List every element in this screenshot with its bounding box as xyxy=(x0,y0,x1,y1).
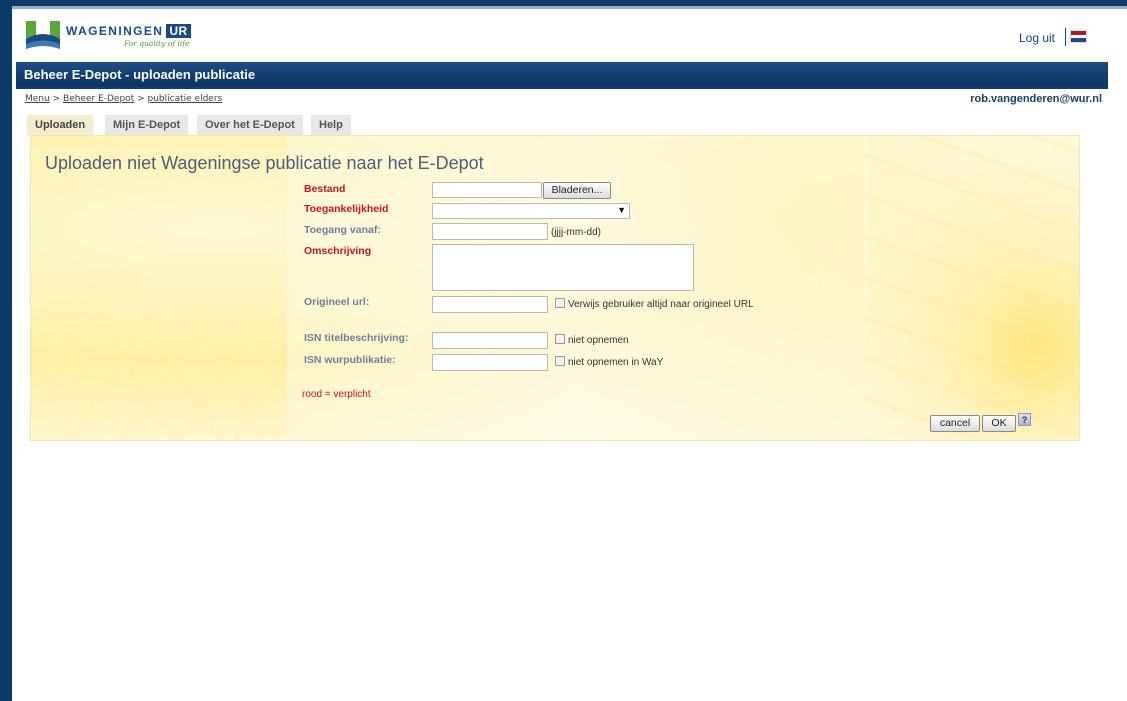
origineel-url-label: Origineel url: xyxy=(304,296,370,308)
logo-wordmark: WAGENINGEN UR xyxy=(66,24,191,38)
tab-help[interactable]: Help xyxy=(311,115,351,136)
ok-button[interactable]: OK xyxy=(982,415,1016,432)
breadcrumb-publicatie-elders[interactable]: publicatie elders xyxy=(148,94,223,104)
niet-opnemen-label: niet opnemen xyxy=(568,335,629,346)
niet-opnemen-checkbox[interactable] xyxy=(555,334,565,344)
dutch-flag-icon[interactable] xyxy=(1070,30,1087,43)
date-format-hint: (jjjj-mm-dd) xyxy=(551,227,601,238)
toegankelijkheid-select[interactable]: ▼ xyxy=(432,203,630,219)
form-title: Uploaden niet Wageningse publicatie naar… xyxy=(45,153,484,173)
breadcrumb-menu[interactable]: Menu xyxy=(25,94,50,104)
isn-wurpublikatie-label: ISN wurpublikatie: xyxy=(304,354,396,366)
bestand-label: Bestand xyxy=(304,183,346,195)
help-icon[interactable]: ? xyxy=(1018,413,1031,426)
niet-opnemen-in-way-checkbox[interactable] xyxy=(555,356,565,366)
logout-link[interactable]: Log uit xyxy=(1019,31,1055,45)
toegang-vanaf-label: Toegang vanaf: xyxy=(304,224,381,236)
header-divider xyxy=(1065,28,1066,46)
isn-titelbeschrijving-input[interactable] xyxy=(432,332,548,349)
logo-tagline: For quality of life xyxy=(124,39,190,48)
omschrijving-label: Omschrijving xyxy=(304,245,372,257)
chevron-down-icon: ▼ xyxy=(617,205,626,215)
tab-over-het-edepot[interactable]: Over het E-Depot xyxy=(197,115,303,136)
upload-form-panel: Uploaden niet Wageningse publicatie naar… xyxy=(30,135,1080,441)
page-title: Beheer E-Depot - uploaden publicatie xyxy=(24,67,256,82)
breadcrumb-separator: > xyxy=(137,94,145,104)
toegang-vanaf-input[interactable] xyxy=(432,223,548,240)
page-title-bar: Beheer E-Depot - uploaden publicatie xyxy=(16,62,1108,89)
browse-button[interactable]: Bladeren... xyxy=(543,182,611,199)
tab-mijn-edepot[interactable]: Mijn E-Depot xyxy=(105,115,189,136)
isn-titelbeschrijving-label: ISN titelbeschrijving: xyxy=(304,332,409,344)
isn-wurpublikatie-input[interactable] xyxy=(432,354,548,371)
page: WAGENINGEN UR For quality of life Log uit… xyxy=(12,6,1127,701)
user-email: rob.vangenderen@wur.nl xyxy=(970,93,1102,105)
wageningen-ur-logo[interactable]: WAGENINGEN UR For quality of life xyxy=(24,15,214,51)
breadcrumb-separator: > xyxy=(52,94,61,104)
logo-icon xyxy=(26,21,60,49)
cancel-button[interactable]: cancel xyxy=(930,415,980,432)
origineel-url-input[interactable] xyxy=(432,296,548,313)
redirect-original-url-label: Verwijs gebruiker altijd naar origineel … xyxy=(568,299,754,310)
required-fields-note: rood = verplicht xyxy=(302,389,371,400)
redirect-original-url-checkbox[interactable] xyxy=(555,298,565,308)
bestand-file-input[interactable] xyxy=(432,182,542,198)
omschrijving-textarea[interactable] xyxy=(432,244,694,291)
flag-blue-stripe xyxy=(1071,38,1086,42)
toegankelijkheid-label: Toegankelijkheid xyxy=(304,203,389,215)
tab-uploaden[interactable]: Uploaden xyxy=(27,115,94,136)
niet-opnemen-in-way-label: niet opnemen in WaY xyxy=(568,357,664,368)
breadcrumb: Menu > Beheer E-Depot > publicatie elder… xyxy=(25,94,222,104)
panel-decoration xyxy=(864,136,1079,440)
breadcrumb-beheer-edepot[interactable]: Beheer E-Depot xyxy=(63,94,134,104)
